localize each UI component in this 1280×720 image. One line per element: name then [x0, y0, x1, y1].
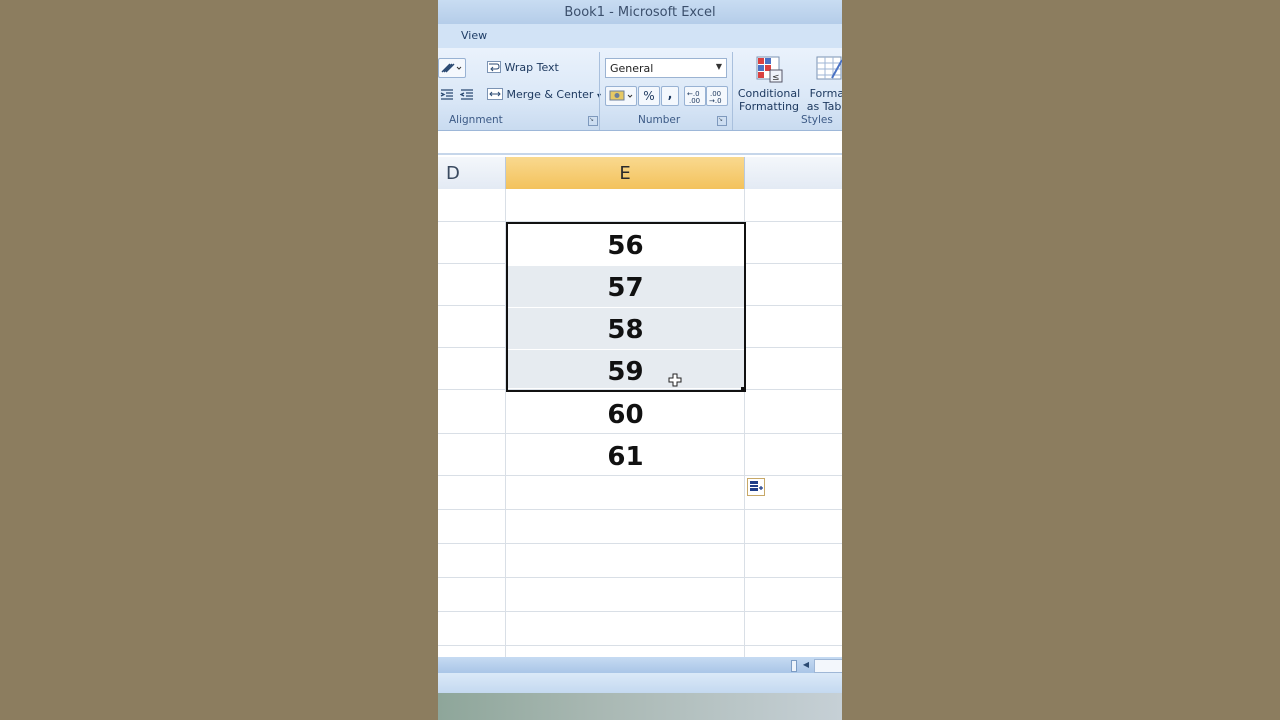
merge-center-button[interactable]: Merge & Center ▾ — [487, 88, 601, 101]
auto-fill-options-button[interactable] — [747, 478, 765, 496]
decrease-indent-icon[interactable] — [440, 88, 454, 102]
currency-icon — [609, 90, 633, 101]
percent-style-button[interactable]: % — [638, 86, 660, 106]
fill-handle[interactable] — [741, 387, 746, 392]
percent-label: % — [643, 89, 655, 103]
alignment-group-label: Alignment — [449, 114, 503, 126]
svg-text:→.0: →.0 — [709, 97, 722, 105]
increase-decimal-button[interactable]: ←.0 .00 — [684, 86, 706, 106]
wrap-text-label: Wrap Text — [504, 61, 559, 74]
cell-value[interactable]: 60 — [506, 393, 745, 434]
comma-style-button[interactable]: , — [661, 86, 679, 106]
merge-center-icon — [487, 88, 503, 100]
wrap-text-icon — [487, 61, 501, 73]
comma-label: , — [667, 87, 673, 101]
column-headers: D E — [438, 157, 842, 190]
conditional-formatting-button[interactable]: ≤ Conditional Formatting — [736, 52, 802, 114]
merge-center-label: Merge & Center — [506, 88, 594, 101]
horizontal-scrollbar[interactable]: ◀ — [438, 657, 842, 673]
tab-view[interactable]: View — [461, 29, 487, 42]
conditional-formatting-line2: Formatting — [738, 100, 800, 113]
scroll-left-icon[interactable]: ◀ — [800, 659, 812, 671]
ribbon-separator — [599, 52, 600, 130]
scrollbar-split-handle[interactable] — [791, 660, 797, 672]
cell-value[interactable]: 61 — [506, 435, 745, 476]
number-group-label: Number — [638, 114, 681, 126]
conditional-formatting-icon: ≤ — [756, 56, 783, 83]
increase-decimal-icon: ←.0 .00 — [687, 90, 700, 105]
chevron-down-icon: ▼ — [715, 62, 722, 71]
number-format-value: General — [610, 62, 654, 75]
column-header-d[interactable]: D — [438, 157, 506, 189]
ribbon-tab-bar: View — [438, 24, 842, 48]
svg-text:≤: ≤ — [772, 73, 780, 83]
number-format-dropdown[interactable]: General ▼ — [605, 58, 727, 78]
column-header-e[interactable]: E — [506, 157, 745, 189]
scrollbar-thumb[interactable] — [814, 659, 842, 673]
window-title: Book1 - Microsoft Excel — [564, 5, 716, 20]
format-table-line2: as Table — [806, 100, 842, 113]
orientation-icon — [441, 63, 462, 73]
column-header-f[interactable] — [745, 157, 842, 189]
orientation-button[interactable] — [438, 58, 466, 78]
formula-bar[interactable] — [438, 131, 842, 155]
worksheet-grid[interactable]: 56 57 58 59 60 61 — [438, 189, 842, 657]
ribbon: Wrap Text Merge & Center ▾ Alignment ↘ G… — [438, 48, 842, 131]
format-table-line1: Format — [809, 87, 842, 100]
auto-fill-options-icon — [750, 481, 763, 491]
title-bar: Book1 - Microsoft Excel — [438, 0, 842, 24]
cell-cursor-icon — [668, 373, 682, 387]
format-as-table-button[interactable]: Format as Table — [804, 52, 842, 114]
increase-indent-icon[interactable] — [460, 88, 474, 102]
number-dialog-launcher-icon[interactable]: ↘ — [717, 116, 727, 126]
conditional-formatting-line1: Conditional — [737, 87, 801, 100]
wrap-text-button[interactable]: Wrap Text — [487, 61, 559, 74]
selection-range — [506, 222, 746, 392]
accounting-format-button[interactable] — [605, 86, 637, 106]
status-bar — [438, 673, 842, 693]
svg-text:.00: .00 — [689, 97, 700, 105]
excel-window: Book1 - Microsoft Excel View Wrap Text M… — [438, 0, 842, 720]
styles-group-label: Styles — [801, 114, 833, 126]
ribbon-separator — [732, 52, 733, 130]
decrease-decimal-button[interactable]: .00 →.0 — [706, 86, 728, 106]
alignment-dialog-launcher-icon[interactable]: ↘ — [588, 116, 598, 126]
desktop-background — [438, 693, 842, 720]
decrease-decimal-icon: .00 →.0 — [709, 90, 722, 105]
format-as-table-icon — [816, 56, 842, 80]
